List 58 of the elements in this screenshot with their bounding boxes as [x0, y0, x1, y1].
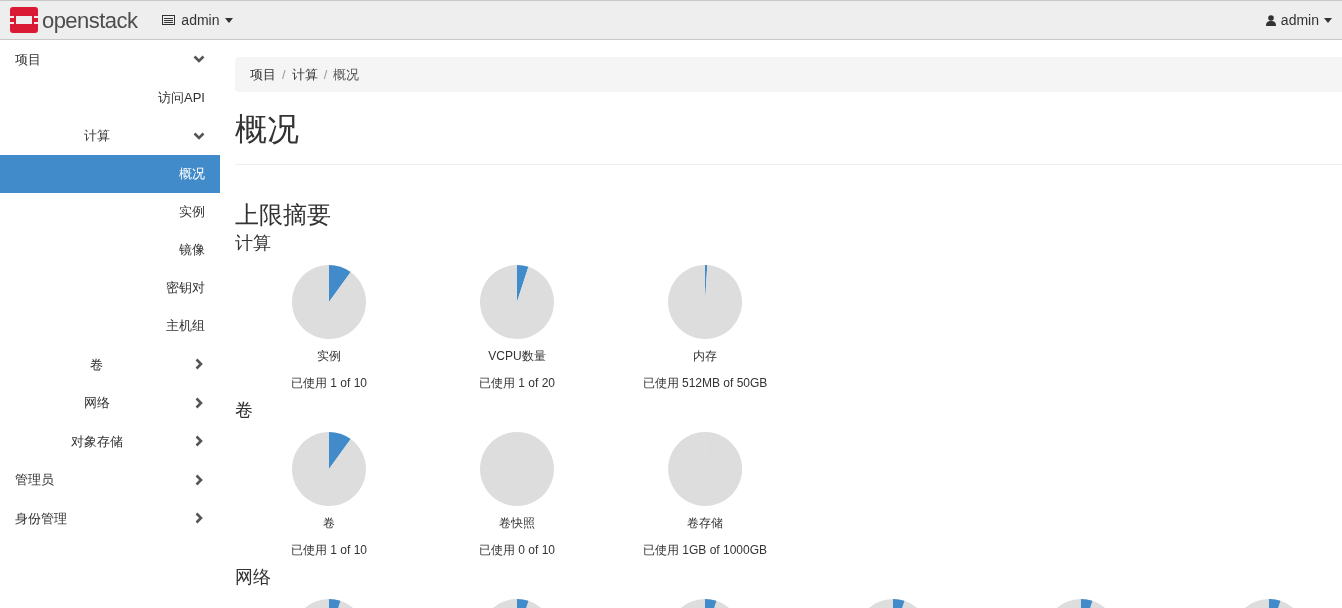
breadcrumb-link[interactable]: 项目: [250, 64, 276, 85]
usage-text: 已使用 0 of 10: [479, 542, 555, 559]
page-title: 概况: [235, 110, 300, 149]
group-label: 管理员: [15, 471, 55, 489]
used-slice: [517, 265, 529, 302]
sidebar-item[interactable]: 密钥对: [0, 269, 220, 307]
meter-label: 卷快照: [499, 515, 535, 532]
usage-text: 已使用 1 of 10: [291, 542, 367, 559]
sidebar-item[interactable]: 镜像: [0, 231, 220, 269]
breadcrumb-separator: /: [281, 65, 287, 84]
chevron-right-icon: [193, 358, 205, 371]
sidebar-group[interactable]: 管理员: [0, 460, 220, 499]
meter-label: 实例: [317, 348, 341, 365]
meter-label: 卷存储: [687, 515, 723, 532]
used-slice: [329, 432, 351, 469]
chevron-right-icon: [193, 512, 205, 525]
chevron-right-icon: [193, 473, 205, 486]
chevron-right-icon: [193, 435, 205, 448]
group-label: 卷: [89, 355, 104, 374]
group-label: 计算: [82, 127, 111, 145]
project-menu[interactable]: admin: [162, 9, 234, 31]
sidebar-group[interactable]: 卷: [0, 345, 220, 384]
usage-text: 已使用 1GB of 1000GB: [642, 542, 768, 559]
meter-label: VCPU数量: [488, 348, 546, 365]
sidebar-group[interactable]: 项目: [0, 40, 220, 79]
sidebar-item[interactable]: 实例: [0, 193, 220, 231]
caret-icon: [1324, 17, 1332, 23]
brand-name: openstack: [42, 6, 138, 35]
sidebar-group[interactable]: 对象存储: [0, 422, 220, 461]
breadcrumb-current: 概况: [333, 65, 360, 84]
chevron-right-icon: [193, 396, 205, 409]
user-menu[interactable]: admin: [1265, 9, 1332, 31]
group-label: 网络: [82, 394, 111, 412]
meter-label: 内存: [693, 348, 717, 365]
section-title: 计算: [235, 232, 272, 254]
sidebar-group[interactable]: 身份管理: [0, 499, 220, 538]
logo-icon: [10, 7, 38, 33]
sidebar-group[interactable]: 计算: [0, 116, 220, 155]
sidebar-item[interactable]: 访问API: [0, 78, 220, 117]
usage-text: 已使用 1 of 20: [479, 375, 555, 392]
used-slice: [329, 265, 351, 302]
sidebar-group[interactable]: 网络: [0, 383, 220, 422]
meter-label: 卷: [323, 515, 335, 532]
group-label: 身份管理: [15, 509, 68, 528]
breadcrumb-link[interactable]: 计算: [291, 64, 318, 85]
group-label: 项目: [15, 50, 42, 69]
section-title: 卷: [235, 399, 254, 421]
section-title: 上限摘要: [235, 200, 332, 230]
caret-icon: [225, 17, 234, 23]
section-title: 网络: [235, 566, 272, 588]
project-icon: [162, 15, 176, 25]
user-icon: [1265, 14, 1276, 26]
sidebar-item[interactable]: 概况: [0, 155, 220, 193]
usage-text: 已使用 512MB of 50GB: [642, 375, 768, 392]
sidebar-item[interactable]: 主机组: [0, 307, 220, 345]
usage-text: 已使用 1 of 10: [291, 375, 367, 392]
group-label: 对象存储: [69, 432, 124, 451]
breadcrumb-separator: /: [322, 65, 329, 84]
